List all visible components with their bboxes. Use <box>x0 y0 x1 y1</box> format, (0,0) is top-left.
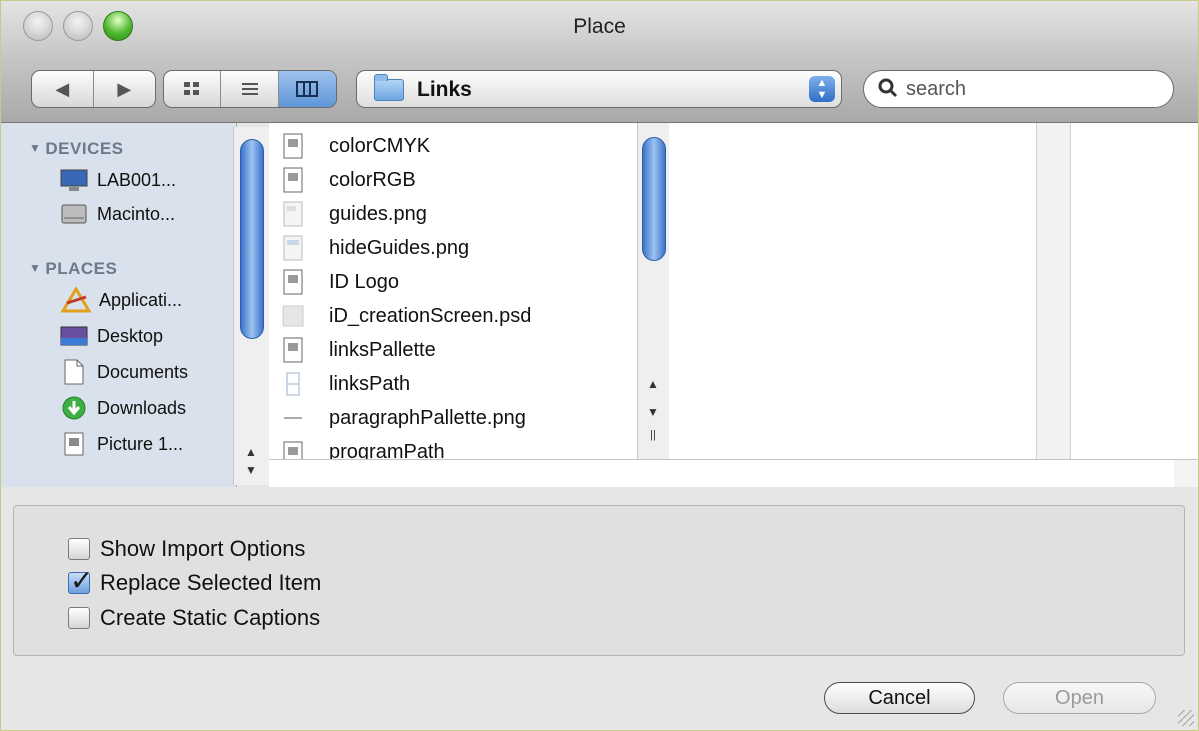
popup-arrows-icon: ▲ ▼ <box>809 76 835 102</box>
icon-view-button[interactable] <box>164 71 222 107</box>
scroll-down-arrow-icon[interactable]: ▼ <box>239 463 263 477</box>
checkbox-unchecked[interactable] <box>68 538 90 560</box>
sidebar-scroll-thumb[interactable] <box>240 139 264 339</box>
search-icon <box>878 78 898 104</box>
checkbox-checked[interactable] <box>68 564 93 597</box>
image-file-icon <box>281 234 305 262</box>
folder-icon <box>374 74 404 101</box>
file-column-scrollbar[interactable]: ▲ ▼ || <box>637 123 669 459</box>
list-view-button[interactable] <box>221 71 279 107</box>
scroll-up-arrow-icon[interactable]: ▲ <box>239 445 263 459</box>
resize-grip-icon[interactable] <box>1178 710 1194 726</box>
horizontal-scrollbar[interactable] <box>269 459 1198 487</box>
disclosure-triangle-icon: ▼ <box>29 141 42 155</box>
sidebar-item-desktop[interactable]: Desktop <box>57 321 163 351</box>
document-icon <box>281 336 305 364</box>
scroll-down-arrow-icon[interactable]: ▼ <box>641 405 665 419</box>
list-item[interactable]: colorRGB <box>281 165 416 195</box>
show-import-options-checkbox[interactable]: Show Import Options <box>68 536 305 562</box>
list-item[interactable]: programPath <box>281 437 445 459</box>
empty-column-scrollbar <box>1037 123 1071 459</box>
picture-icon <box>57 430 91 458</box>
image-file-icon <box>281 404 305 432</box>
sidebar-item-picture1[interactable]: Picture 1... <box>57 429 183 459</box>
hard-drive-icon <box>57 200 91 228</box>
forward-button[interactable]: ▶ <box>94 71 156 107</box>
location-popup[interactable]: Links ▲ ▼ <box>356 70 842 108</box>
sidebar-item-downloads[interactable]: Downloads <box>57 393 186 423</box>
sidebar: ▼ DEVICES LAB001... Macinto... ▼ PLACES Ap… <box>1 123 237 487</box>
document-icon <box>281 437 305 459</box>
list-item[interactable]: iD_creationScreen.psd <box>281 301 531 331</box>
document-icon <box>281 166 305 194</box>
desktop-icon <box>57 322 91 350</box>
devices-header[interactable]: ▼ DEVICES <box>29 139 124 159</box>
import-options-panel: Show Import Options Replace Selected Ite… <box>13 505 1185 656</box>
place-dialog: Place ◀ ▶ Links ▲ ▼ search ▼ DEVICES LAB… <box>0 0 1199 731</box>
list-view-icon <box>241 83 258 95</box>
forward-arrow-icon: ▶ <box>117 78 132 99</box>
toolbar: ◀ ▶ Links ▲ ▼ search <box>1 55 1198 123</box>
list-item[interactable]: linksPath <box>281 369 410 399</box>
location-label: Links <box>417 78 472 101</box>
documents-icon <box>57 358 91 386</box>
view-mode-control <box>163 70 337 108</box>
psd-file-icon <box>281 302 305 330</box>
document-icon <box>281 370 305 398</box>
computer-icon <box>57 166 91 194</box>
file-scroll-thumb[interactable] <box>642 137 666 261</box>
sidebar-item-macintosh[interactable]: Macinto... <box>57 199 175 229</box>
sidebar-item-applications[interactable]: Applicati... <box>59 285 182 315</box>
sidebar-item-documents[interactable]: Documents <box>57 357 188 387</box>
list-item[interactable]: ID Logo <box>281 267 399 297</box>
list-item[interactable]: guides.png <box>281 199 427 229</box>
column-view-button[interactable] <box>278 71 336 107</box>
list-item[interactable]: linksPallette <box>281 335 436 365</box>
empty-column <box>1071 123 1198 459</box>
column-view-icon <box>296 81 319 97</box>
back-forward-control: ◀ ▶ <box>31 70 156 108</box>
document-icon <box>281 132 305 160</box>
open-button[interactable]: Open <box>1003 682 1156 714</box>
column-resize-handle-icon[interactable]: || <box>641 429 665 441</box>
back-button[interactable]: ◀ <box>32 71 94 107</box>
list-item[interactable]: colorCMYK <box>281 131 430 161</box>
icon-view-icon <box>184 82 200 95</box>
file-column: colorCMYK colorRGB guides.png hideGuides… <box>269 123 637 459</box>
applications-icon <box>59 286 93 314</box>
search-input[interactable] <box>904 76 1154 102</box>
search-field[interactable] <box>863 70 1174 108</box>
places-header[interactable]: ▼ PLACES <box>29 259 117 279</box>
list-item[interactable]: hideGuides.png <box>281 233 469 263</box>
disclosure-triangle-icon: ▼ <box>29 261 42 275</box>
checkbox-unchecked[interactable] <box>68 607 90 629</box>
list-item[interactable]: paragraphPallette.png <box>281 403 526 433</box>
document-icon <box>281 268 305 296</box>
image-file-icon <box>281 200 305 228</box>
back-arrow-icon: ◀ <box>55 78 70 99</box>
sidebar-scrollbar[interactable]: ▲ ▼ <box>233 127 269 485</box>
empty-column <box>669 123 1037 459</box>
cancel-button[interactable]: Cancel <box>824 682 975 714</box>
title-bar: Place <box>1 1 1198 55</box>
scroll-up-arrow-icon[interactable]: ▲ <box>641 377 665 391</box>
downloads-icon <box>57 394 91 422</box>
window-title: Place <box>573 15 626 38</box>
sidebar-item-lab001[interactable]: LAB001... <box>57 165 176 195</box>
create-static-captions-checkbox[interactable]: Create Static Captions <box>68 605 320 631</box>
replace-selected-item-checkbox[interactable]: Replace Selected Item <box>68 564 321 597</box>
